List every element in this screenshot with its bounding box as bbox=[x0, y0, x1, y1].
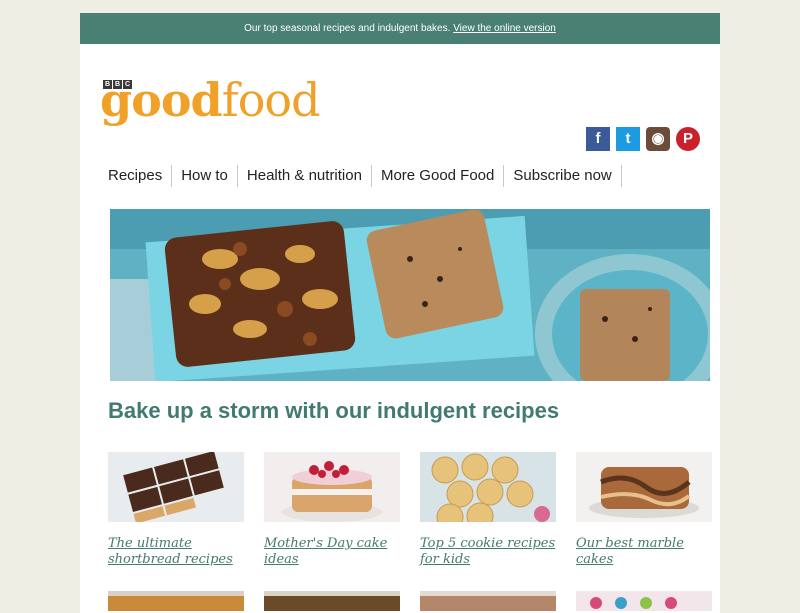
hero-image[interactable] bbox=[110, 209, 710, 381]
recipe-card[interactable]: Mother's Day cake ideas bbox=[264, 452, 400, 567]
marble-cake-thumbnail[interactable] bbox=[576, 452, 712, 522]
recipe-link[interactable]: Our best marble cakes bbox=[576, 536, 712, 567]
brand-wordmark: goodfood bbox=[100, 73, 321, 127]
nav-subscribe-now[interactable]: Subscribe now bbox=[504, 165, 622, 187]
twitter-icon[interactable]: t bbox=[616, 127, 640, 151]
view-online-link[interactable]: View the online version bbox=[453, 23, 556, 34]
social-links: f t ◉ P bbox=[586, 127, 700, 151]
recipe-thumbnail-partial[interactable] bbox=[420, 591, 556, 611]
recipe-link[interactable]: Top 5 cookie recipes for kids bbox=[420, 536, 556, 567]
recipe-thumbnail-partial[interactable] bbox=[576, 591, 712, 611]
banana-bread-illustration bbox=[110, 209, 710, 381]
recipe-thumbnail-partial[interactable] bbox=[264, 591, 400, 611]
facebook-icon[interactable]: f bbox=[586, 127, 610, 151]
recipe-link[interactable]: Mother's Day cake ideas bbox=[264, 536, 400, 567]
nav-how-to[interactable]: How to bbox=[172, 165, 238, 187]
preheader-bar: Our top seasonal recipes and indulgent b… bbox=[80, 13, 720, 44]
recipe-link[interactable]: The ultimate shortbread recipes bbox=[108, 536, 244, 567]
nav-more-good-food[interactable]: More Good Food bbox=[372, 165, 505, 187]
recipe-thumbnail-partial[interactable] bbox=[108, 591, 244, 611]
main-nav: Recipes How to Health & nutrition More G… bbox=[100, 163, 622, 189]
nav-recipes[interactable]: Recipes bbox=[100, 165, 173, 187]
recipe-card[interactable]: Our best marble cakes bbox=[576, 452, 712, 567]
shortbread-thumbnail[interactable] bbox=[108, 452, 244, 522]
mothers-day-cake-thumbnail[interactable] bbox=[264, 452, 400, 522]
section-headline: Bake up a storm with our indulgent recip… bbox=[108, 398, 560, 423]
pinterest-icon[interactable]: P bbox=[676, 127, 700, 151]
cookies-thumbnail[interactable] bbox=[420, 452, 556, 522]
preheader-text: Our top seasonal recipes and indulgent b… bbox=[244, 23, 451, 34]
recipe-card[interactable]: Top 5 cookie recipes for kids bbox=[420, 452, 556, 567]
recipe-card[interactable]: The ultimate shortbread recipes bbox=[108, 452, 244, 567]
instagram-icon[interactable]: ◉ bbox=[646, 127, 670, 151]
nav-health-nutrition[interactable]: Health & nutrition bbox=[238, 165, 372, 187]
email-container: Our top seasonal recipes and indulgent b… bbox=[80, 13, 720, 613]
